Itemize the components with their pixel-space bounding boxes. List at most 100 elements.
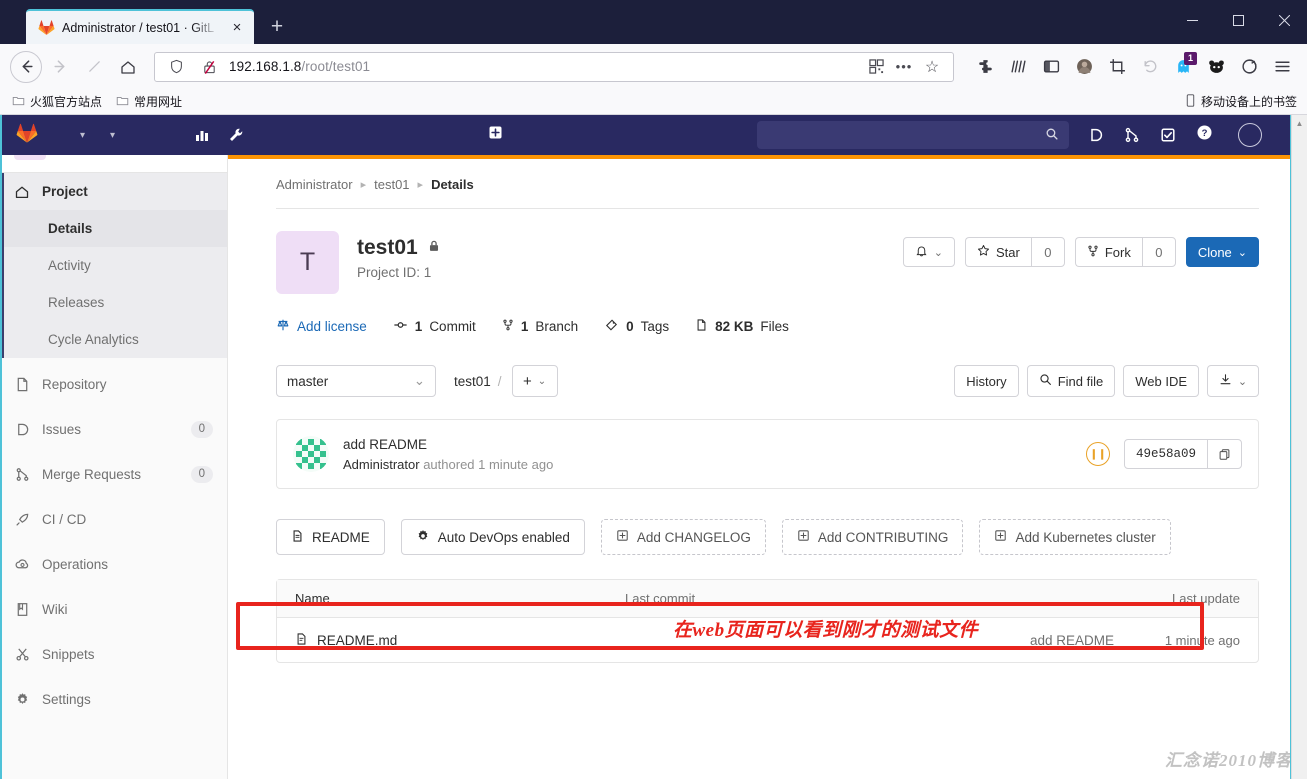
back-arrow-icon[interactable] <box>10 50 42 83</box>
browser-toolbar-icons: 1 <box>964 51 1297 82</box>
hamburger-menu-icon[interactable] <box>1267 52 1297 82</box>
stat-add-license[interactable]: Add license <box>276 318 367 335</box>
browser-tab[interactable]: Administrator / test01 · GitL × <box>26 9 254 44</box>
breadcrumb-project[interactable]: test01 <box>374 177 409 192</box>
sidebar-item-issues[interactable]: Issues 0 <box>0 407 227 452</box>
new-item-button[interactable] <box>488 125 522 145</box>
repo-path-root[interactable]: test01 <box>454 374 491 389</box>
shield-icon[interactable] <box>163 54 189 80</box>
auto-devops-button[interactable]: Auto DevOps enabled <box>400 519 585 555</box>
bookmark-item[interactable]: 火狐官方站点 <box>12 93 102 110</box>
ghost-badge-icon[interactable]: 1 <box>1168 51 1198 82</box>
add-license-link[interactable]: Add license <box>297 319 367 334</box>
issues-icon[interactable] <box>1079 115 1113 155</box>
search-input[interactable] <box>757 121 1069 149</box>
sidebar-item-operations[interactable]: Operations <box>0 542 227 587</box>
commit-actions: ❙❙ 49e58a09 <box>1085 439 1242 469</box>
sidebar-item-ci-cd[interactable]: CI / CD <box>0 497 227 542</box>
star-button[interactable]: Star <box>964 237 1031 267</box>
todos-icon[interactable] <box>1151 115 1185 155</box>
page-scrollbar[interactable]: ▲ <box>1291 115 1307 779</box>
minimize-icon[interactable] <box>1169 0 1215 40</box>
sidebar-item-repository[interactable]: Repository <box>0 362 227 407</box>
sidebar-item-settings[interactable]: Settings <box>0 677 227 722</box>
clone-button[interactable]: Clone ⌄ <box>1185 237 1259 267</box>
stat-commits[interactable]: 1 Commit <box>393 318 476 335</box>
url-bar[interactable]: 192.168.1.8/root/test01 ••• ☆ <box>154 51 954 82</box>
stat-files[interactable]: 82 KB Files <box>695 318 789 335</box>
broken-lock-icon[interactable] <box>196 54 222 80</box>
topnav-item-milestones[interactable] <box>145 115 165 155</box>
bookmarks-bar: 火狐官方站点 常用网址 移动设备上的书签 <box>0 89 1307 115</box>
sidebar-item-merge-requests[interactable]: Merge Requests 0 <box>0 452 227 497</box>
commit-title[interactable]: add README <box>343 437 553 452</box>
search-icon[interactable] <box>1045 127 1059 144</box>
link-loop-icon[interactable] <box>1234 52 1264 82</box>
commit-byline: Administrator authored 1 minute ago <box>343 457 553 472</box>
sidebar-item-snippets[interactable]: Snippets <box>0 632 227 677</box>
merge-requests-icon[interactable] <box>1115 115 1149 155</box>
pipeline-status-badge[interactable]: ❙❙ <box>1085 442 1110 466</box>
scroll-up-arrow-icon[interactable]: ▲ <box>1292 115 1307 131</box>
close-icon[interactable] <box>1261 0 1307 40</box>
notifications-button[interactable]: ⌄ <box>902 237 955 267</box>
fork-button[interactable]: Fork <box>1074 237 1142 267</box>
wrench-icon[interactable] <box>219 115 253 155</box>
bookmark-item[interactable]: 常用网址 <box>116 93 182 110</box>
reload-icon[interactable] <box>78 51 110 83</box>
more-options-icon[interactable]: ••• <box>891 54 917 80</box>
qr-code-icon[interactable] <box>863 54 889 80</box>
add-to-repo-button[interactable]: + ⌄ <box>511 365 558 397</box>
sidebar-item-activity[interactable]: Activity <box>4 247 227 284</box>
add-kubernetes-cluster-button[interactable]: Add Kubernetes cluster <box>979 519 1171 555</box>
download-button[interactable]: ⌄ <box>1207 365 1259 397</box>
gitlab-logo[interactable] <box>16 122 47 149</box>
commit-author[interactable]: Administrator <box>343 457 420 472</box>
tab-close-icon[interactable]: × <box>228 19 246 37</box>
stat-branches[interactable]: 1 Branch <box>502 318 578 335</box>
screenshot-crop-icon[interactable] <box>1102 52 1132 82</box>
web-ide-button[interactable]: Web IDE <box>1123 365 1199 397</box>
branch-selector[interactable]: master ⌄ <box>276 365 436 397</box>
maximize-icon[interactable] <box>1215 0 1261 40</box>
url-text[interactable]: 192.168.1.8/root/test01 <box>229 59 856 74</box>
sidebar-item-project[interactable]: Project <box>4 173 227 210</box>
copy-icon[interactable] <box>1207 440 1241 468</box>
clone-caret: ⌄ <box>1237 246 1247 259</box>
topnav-item-snippets[interactable] <box>165 115 185 155</box>
add-contributing-button[interactable]: Add CONTRIBUTING <box>781 519 964 555</box>
merge-requests-icon <box>14 467 30 482</box>
breadcrumb-owner[interactable]: Administrator <box>276 177 353 192</box>
file-name-cell[interactable]: README.md <box>295 632 625 649</box>
puzzle-extension-icon[interactable] <box>970 52 1000 82</box>
breadcrumb-separator: ▸ <box>360 179 367 191</box>
sidebar-item-details[interactable]: Details <box>4 210 227 247</box>
commit-sha[interactable]: 49e58a09 <box>1125 440 1207 468</box>
sidebar-icon[interactable] <box>1036 52 1066 82</box>
readme-button[interactable]: README <box>276 519 385 555</box>
topnav-item-projects[interactable]: ▾ <box>65 115 95 155</box>
find-file-button[interactable]: Find file <box>1026 365 1116 397</box>
topnav-item-activity[interactable] <box>125 115 145 155</box>
user-menu[interactable] <box>1229 115 1276 155</box>
project-meta: test01 Project ID: 1 <box>357 231 441 280</box>
bookmark-label: 火狐官方站点 <box>30 95 103 109</box>
window-right-edge <box>1290 115 1291 779</box>
sidebar-item-wiki[interactable]: Wiki <box>0 587 227 632</box>
add-changelog-button[interactable]: Add CHANGELOG <box>600 519 766 555</box>
history-button[interactable]: History <box>954 365 1019 397</box>
new-tab-button[interactable]: + <box>260 10 294 44</box>
column-header-last-update: Last update <box>1172 591 1240 606</box>
bookmark-star-icon[interactable]: ☆ <box>919 54 945 80</box>
mobile-bookmarks-item[interactable]: 移动设备上的书签 <box>1185 93 1297 110</box>
library-icon[interactable] <box>1003 52 1033 82</box>
sidebar-item-cycle-analytics[interactable]: Cycle Analytics <box>4 321 227 358</box>
help-menu[interactable]: ? <box>1187 115 1227 155</box>
chart-bar-icon[interactable] <box>185 115 219 155</box>
home-icon[interactable] <box>112 51 144 83</box>
sidebar-item-releases[interactable]: Releases <box>4 284 227 321</box>
account-avatar-icon[interactable] <box>1069 52 1099 82</box>
topnav-item-groups[interactable]: ▾ <box>95 115 125 155</box>
panda-icon[interactable] <box>1201 52 1231 82</box>
stat-tags[interactable]: 0 Tags <box>604 318 669 335</box>
